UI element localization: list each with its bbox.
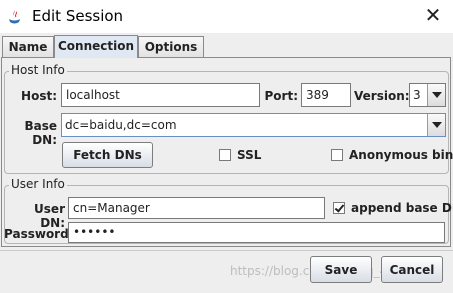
append-base-dn-label: append base DN xyxy=(351,201,453,215)
user-dn-field[interactable] xyxy=(68,197,325,219)
fetch-dns-button[interactable]: Fetch DNs xyxy=(62,142,153,168)
port-label: Port: xyxy=(264,89,299,103)
host-field[interactable] xyxy=(61,83,260,107)
base-dn-combo[interactable]: dc=baidu,dc=com xyxy=(61,113,446,137)
tab-options[interactable]: Options xyxy=(138,36,204,57)
password-label: Password: xyxy=(4,227,74,241)
version-select[interactable]: 3 xyxy=(409,83,446,107)
ssl-label: SSL xyxy=(237,148,262,162)
tab-connection[interactable]: Connection xyxy=(54,35,138,58)
save-button[interactable]: Save xyxy=(310,256,372,283)
base-dn-value: dc=baidu,dc=com xyxy=(65,118,177,132)
anonymous-bind-checkbox[interactable]: Anonymous bind xyxy=(331,148,453,164)
password-field[interactable]: •••••• xyxy=(68,222,445,243)
host-info-title: Host Info xyxy=(9,63,67,77)
append-base-dn-checkbox[interactable]: append base DN xyxy=(333,201,453,217)
host-label: Host: xyxy=(21,89,57,103)
user-dn-label: User DN: xyxy=(34,202,65,230)
chevron-down-icon[interactable] xyxy=(427,84,445,106)
ssl-checkbox-box[interactable] xyxy=(219,149,231,161)
version-label: Version: xyxy=(354,89,410,103)
anonymous-bind-checkbox-box[interactable] xyxy=(331,149,343,161)
chevron-down-icon[interactable] xyxy=(427,114,445,136)
cancel-button[interactable]: Cancel xyxy=(381,256,443,283)
version-value: 3 xyxy=(413,88,421,102)
title-bar: Edit Session ✕ xyxy=(0,0,453,33)
close-icon[interactable]: ✕ xyxy=(424,5,442,25)
tab-name[interactable]: Name xyxy=(2,36,54,57)
ssl-checkbox[interactable]: SSL xyxy=(219,148,279,164)
port-field[interactable] xyxy=(301,83,351,107)
anonymous-bind-label: Anonymous bind xyxy=(349,148,453,162)
user-info-title: User Info xyxy=(9,177,67,191)
footer-divider xyxy=(0,250,453,251)
append-base-dn-checkbox-box[interactable] xyxy=(333,202,345,214)
base-dn-label: Base DN: xyxy=(24,119,57,147)
window-title: Edit Session xyxy=(32,7,124,25)
java-icon xyxy=(9,9,20,24)
